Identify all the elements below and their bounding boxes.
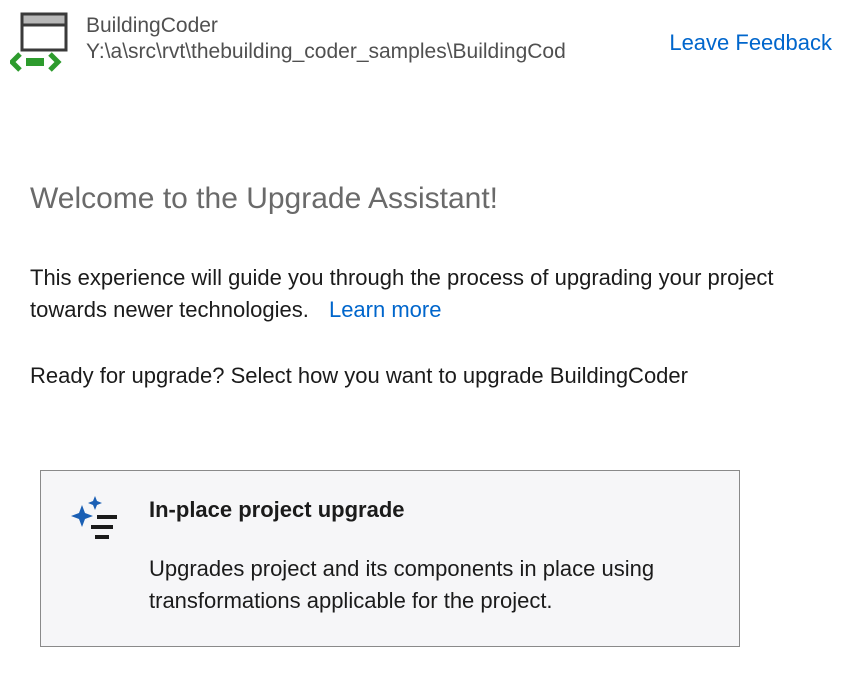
project-info: BuildingCoder Y:\a\src\rvt\thebuilding_c… [86,12,653,64]
learn-more-link[interactable]: Learn more [329,297,442,322]
main-content: Welcome to the Upgrade Assistant! This e… [0,72,848,392]
sparkle-list-icon [69,495,125,551]
project-code-icon [10,12,70,72]
header-bar: BuildingCoder Y:\a\src\rvt\thebuilding_c… [0,0,848,72]
option-description: Upgrades project and its components in p… [149,553,711,617]
option-card-body: In-place project upgrade Upgrades projec… [149,495,711,617]
project-name: BuildingCoder [86,14,653,38]
intro-paragraph: This experience will guide you through t… [30,262,818,326]
ready-prompt: Ready for upgrade? Select how you want t… [30,360,818,392]
option-title: In-place project upgrade [149,497,711,523]
leave-feedback-link[interactable]: Leave Feedback [669,12,838,56]
welcome-title: Welcome to the Upgrade Assistant! [30,182,818,216]
project-path: Y:\a\src\rvt\thebuilding_coder_samples\B… [86,40,626,64]
upgrade-option-inplace[interactable]: In-place project upgrade Upgrades projec… [40,470,740,648]
